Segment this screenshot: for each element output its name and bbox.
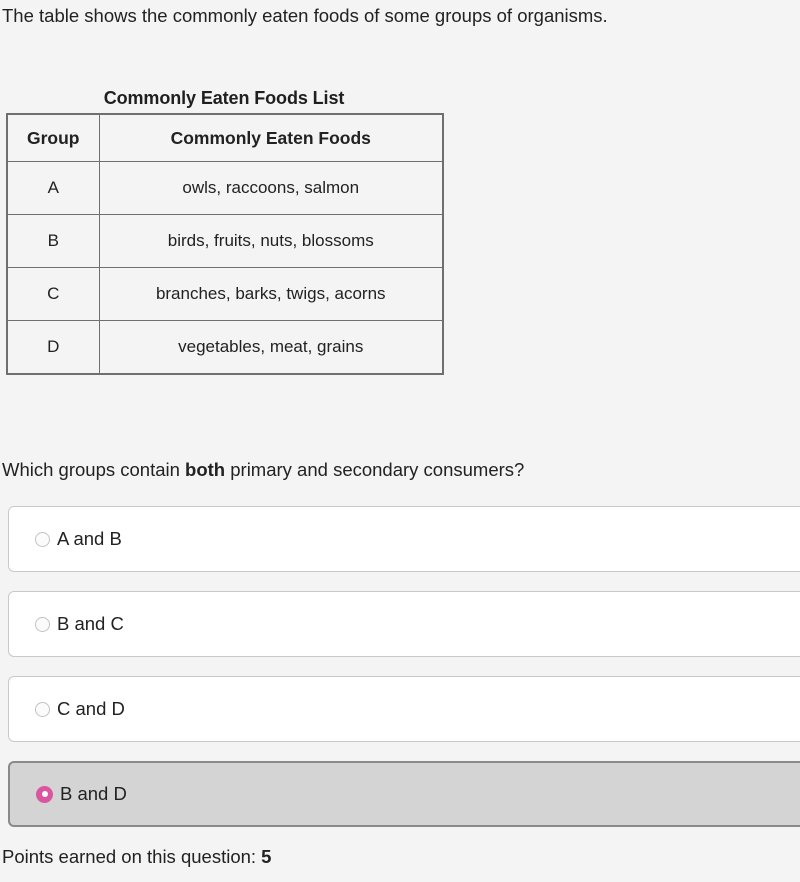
table-header-foods: Commonly Eaten Foods <box>98 113 444 162</box>
table-cell-group: C <box>6 267 100 321</box>
answer-choice-label: B and C <box>57 612 124 634</box>
table-cell-foods: owls, raccoons, salmon <box>98 161 444 215</box>
answer-choices-list: A and B B and C C and D B and D <box>8 506 800 846</box>
radio-unchecked-icon[interactable] <box>35 701 50 717</box>
answer-choice-label: C and D <box>57 697 125 719</box>
question-suffix: primary and secondary consumers? <box>225 459 525 480</box>
table-row: D vegetables, meat, grains <box>6 320 444 375</box>
table-header-row: Group Commonly Eaten Foods <box>6 113 444 162</box>
table-caption: Commonly Eaten Foods List <box>103 88 345 108</box>
answer-choice-c-and-d[interactable]: C and D <box>8 676 800 742</box>
points-earned-label: Points earned on this question: <box>2 846 262 867</box>
radio-checked-icon[interactable] <box>36 785 53 803</box>
table-row: C branches, barks, twigs, acorns <box>6 267 444 321</box>
table-cell-group: B <box>6 214 100 268</box>
table-row: B birds, fruits, nuts, blossoms <box>6 214 444 268</box>
question-text: Which groups contain both primary and se… <box>2 457 792 483</box>
answer-choice-label: A and B <box>57 527 122 549</box>
points-earned-line: Points earned on this question: 5 <box>2 846 271 868</box>
radio-unchecked-icon[interactable] <box>35 616 50 632</box>
points-earned-value: 5 <box>261 846 272 867</box>
radio-unchecked-icon[interactable] <box>35 531 50 547</box>
table-cell-group: A <box>6 161 100 215</box>
table-cell-foods: vegetables, meat, grains <box>98 320 444 375</box>
answer-choice-a-and-b[interactable]: A and B <box>8 506 800 572</box>
table-cell-foods: birds, fruits, nuts, blossoms <box>98 214 444 268</box>
answer-choice-label: B and D <box>60 782 127 804</box>
foods-table-block: Commonly Eaten Foods List Group Commonly… <box>6 88 444 375</box>
intro-prompt-text: The table shows the commonly eaten foods… <box>2 5 608 26</box>
question-prefix: Which groups contain <box>2 459 186 480</box>
answer-choice-b-and-d[interactable]: B and D <box>8 761 800 827</box>
question-emphasis: both <box>185 459 226 480</box>
table-cell-group: D <box>6 320 100 375</box>
commonly-eaten-foods-table: Group Commonly Eaten Foods A owls, racco… <box>6 113 444 375</box>
table-cell-foods: branches, barks, twigs, acorns <box>98 267 444 321</box>
table-header-group: Group <box>6 113 100 162</box>
table-row: A owls, raccoons, salmon <box>6 161 444 215</box>
answer-choice-b-and-c[interactable]: B and C <box>8 591 800 657</box>
